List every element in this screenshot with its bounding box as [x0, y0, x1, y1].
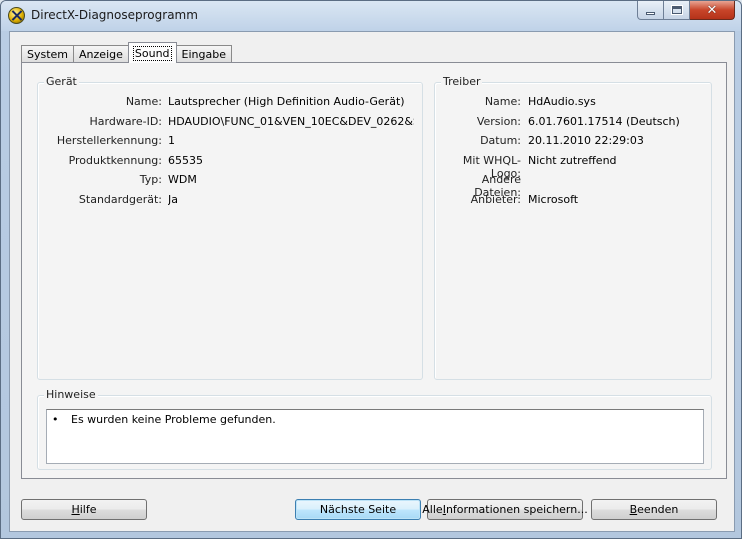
device-name-value: Lautsprecher (High Definition Audio-Gerä…: [168, 95, 405, 108]
notes-group: Hinweise • Es wurden keine Probleme gefu…: [37, 388, 712, 470]
window: DirectX-Diagnoseprogramm ✕ System Anzeig…: [0, 0, 742, 539]
provider-label: Anbieter:: [470, 193, 521, 206]
minimize-icon: [646, 11, 655, 15]
driver-group-title: Treiber: [441, 75, 483, 88]
tab-label: Anzeige: [79, 48, 123, 61]
dialog-client-area: System Anzeige Sound Eingabe Gerät Name:…: [9, 31, 735, 532]
product-id-label: Produktkennung:: [68, 154, 162, 167]
minimize-button[interactable]: [637, 1, 664, 20]
tab-strip: System Anzeige Sound Eingabe: [21, 42, 232, 63]
notes-group-title: Hinweise: [44, 388, 98, 401]
close-button[interactable]: ✕: [690, 1, 735, 20]
device-name-label: Name:: [125, 95, 162, 108]
whql-logo-value: Nicht zutreffend: [528, 154, 617, 167]
device-group: Gerät Name: Lautsprecher (High Definitio…: [37, 75, 423, 380]
hardware-id-label: Hardware-ID:: [89, 115, 163, 128]
driver-version-label: Version:: [476, 115, 521, 128]
manufacturer-id-value: 1: [168, 134, 175, 147]
notes-bullet: •: [52, 413, 59, 426]
notes-textbox[interactable]: • Es wurden keine Probleme gefunden.: [46, 409, 704, 464]
maximize-icon: [670, 5, 683, 15]
save-all-info-button[interactable]: Alle Informationen speichern...: [422, 499, 588, 520]
directx-app-icon[interactable]: [8, 7, 25, 24]
tab-eingabe[interactable]: Eingabe: [175, 45, 232, 63]
type-label: Typ:: [139, 173, 162, 186]
exit-accel: B: [629, 503, 638, 516]
tab-system[interactable]: System: [21, 45, 75, 63]
driver-date-value: 20.11.2010 22:29:03: [528, 134, 644, 147]
type-value: WDM: [168, 173, 197, 186]
tab-sound[interactable]: Sound: [127, 42, 177, 63]
driver-date-label: Datum:: [480, 134, 521, 147]
tab-label: System: [27, 48, 69, 61]
tab-label: Eingabe: [181, 48, 226, 61]
help-button[interactable]: Hilfe: [21, 499, 147, 520]
sound-tab-panel: Gerät Name: Lautsprecher (High Definitio…: [21, 62, 727, 479]
title-bar[interactable]: DirectX-Diagnoseprogramm ✕: [1, 1, 741, 31]
default-device-label: Standardgerät:: [78, 193, 162, 206]
product-id-value: 65535: [168, 154, 203, 167]
hardware-id-value: HDAUDIO\FUNC_01&VEN_10EC&DEV_0262&SUBS': [168, 115, 414, 128]
next-page-button[interactable]: Nächste Seite: [295, 499, 421, 520]
device-group-title: Gerät: [44, 75, 79, 88]
tab-label: Sound: [132, 45, 172, 61]
caption-buttons: ✕: [637, 1, 735, 21]
window-title: DirectX-Diagnoseprogramm: [31, 8, 198, 22]
notes-text: Es wurden keine Probleme gefunden.: [71, 413, 276, 426]
next-page-label: Nächste Seite: [319, 503, 397, 516]
help-label: ilfe: [79, 503, 97, 516]
driver-name-label: Name:: [484, 95, 521, 108]
default-device-value: Ja: [168, 193, 178, 206]
save-label-rest: nformationen speichern...: [445, 503, 588, 516]
driver-name-value: HdAudio.sys: [528, 95, 596, 108]
close-icon: ✕: [706, 2, 718, 18]
provider-value: Microsoft: [528, 193, 579, 206]
driver-group: Treiber Name: HdAudio.sys Version: 6.01.…: [434, 75, 712, 380]
help-accel: H: [71, 503, 80, 516]
maximize-button[interactable]: [664, 1, 690, 20]
tab-anzeige[interactable]: Anzeige: [73, 45, 129, 63]
driver-version-value: 6.01.7601.17514 (Deutsch): [528, 115, 680, 128]
exit-button[interactable]: Beenden: [591, 499, 717, 520]
exit-label: eenden: [637, 503, 679, 516]
manufacturer-id-label: Herstellerkennung:: [56, 134, 162, 147]
save-label-prefix: Alle: [422, 503, 443, 516]
